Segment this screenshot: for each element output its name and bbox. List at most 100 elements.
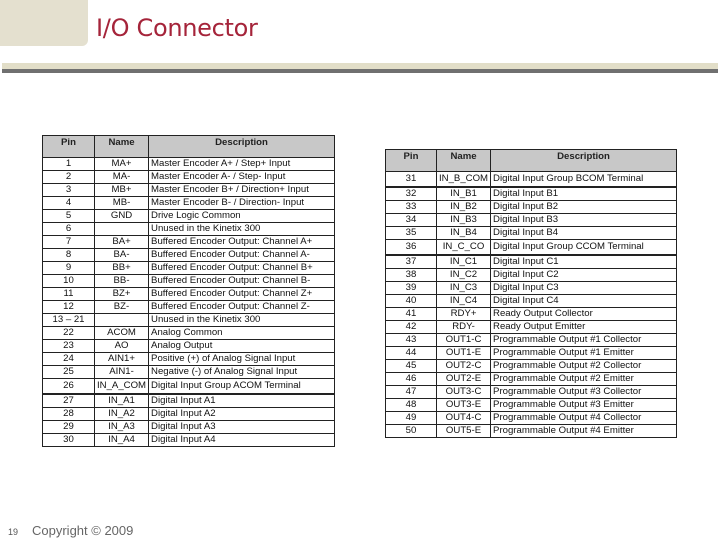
name-cell: IN_C4: [435, 294, 492, 308]
pin-cell: 26: [42, 378, 95, 395]
description-cell: Master Encoder B+ / Direction+ Input: [148, 183, 335, 197]
pin-cell: 1: [42, 157, 95, 171]
table-row: 38 IN_C2 Digital Input C2: [385, 268, 677, 282]
name-cell: IN_B1: [435, 186, 492, 201]
table-row: 41 RDY+ Ready Output Collector: [385, 307, 677, 321]
name-cell: IN_A1: [93, 393, 150, 408]
table-row: 36 IN_C_CO Digital Input Group CCOM Termin…: [385, 239, 677, 256]
pin-cell: 37: [385, 254, 437, 269]
description-cell: Digital Input B2: [490, 200, 677, 214]
pin-cell: 6: [42, 222, 95, 236]
name-cell: AIN1-: [93, 365, 150, 379]
description-cell: Digital Input B1: [490, 186, 677, 201]
name-cell: BA-: [93, 248, 150, 262]
name-cell: IN_C3: [435, 281, 492, 295]
name-cell: MA-: [93, 170, 150, 184]
name-cell: MB-: [93, 196, 150, 210]
name-cell: MA+: [93, 157, 150, 171]
pin-cell: 34: [385, 213, 437, 227]
table-row: 23 AO Analog Output: [42, 339, 335, 353]
table-row: 44 OUT1-E Programmable Output #1 Emitter: [385, 346, 677, 360]
name-cell: IN_C1: [435, 254, 492, 269]
name-cell: OUT3-E: [435, 398, 492, 412]
table-row: 26 IN_A_COM Digital Input Group ACOM Termi…: [42, 378, 335, 395]
name-cell: IN_A4: [93, 433, 150, 447]
description-cell: Programmable Output #4 Emitter: [490, 424, 677, 438]
table-header-row: Pin Name Description: [42, 135, 335, 158]
description-cell: Programmable Output #3 Collector: [490, 385, 677, 399]
pin-cell: 12: [42, 300, 95, 314]
table-row: 34 IN_B3 Digital Input B3: [385, 213, 677, 227]
pin-cell: 42: [385, 320, 437, 334]
name-cell: BZ-: [93, 300, 150, 314]
name-cell: IN_B_COM: [435, 171, 492, 188]
description-cell: Digital Input A1: [148, 393, 335, 408]
name-cell: RDY+: [435, 307, 492, 321]
description-cell: Programmable Output #3 Emitter: [490, 398, 677, 412]
description-cell: Buffered Encoder Output: Channel B-: [148, 274, 335, 288]
table-row: 8 BA- Buffered Encoder Output: Channel A-: [42, 248, 335, 262]
name-cell: OUT1-E: [435, 346, 492, 360]
table-row: 33 IN_B2 Digital Input B2: [385, 200, 677, 214]
description-cell: Digital Input Group CCOM Terminal: [490, 239, 677, 256]
table-row: 32 IN_B1 Digital Input B1: [385, 186, 677, 201]
name-cell: IN_A3: [93, 420, 150, 434]
table-row: 37 IN_C1 Digital Input C1: [385, 254, 677, 269]
column-header-pin: Pin: [385, 149, 437, 172]
pin-cell: 43: [385, 333, 437, 347]
table-row: 9 BB+ Buffered Encoder Output: Channel B+: [42, 261, 335, 275]
table-row: 45 OUT2-C Programmable Output #2 Collector: [385, 359, 677, 373]
description-cell: Unused in the Kinetix 300: [148, 222, 335, 236]
table-header-row: Pin Name Description: [385, 149, 677, 172]
name-cell: IN_A_COM: [93, 378, 150, 395]
name-cell: RDY-: [435, 320, 492, 334]
description-cell: Digital Input C2: [490, 268, 677, 282]
description-cell: Digital Input C1: [490, 254, 677, 269]
pin-table-left: Pin Name Description 1 MA+ Master Encoder …: [42, 135, 335, 447]
column-header-pin: Pin: [42, 135, 95, 158]
pin-cell: 25: [42, 365, 95, 379]
table-row: 50 OUT5-E Programmable Output #4 Emitter: [385, 424, 677, 438]
pin-cell: 28: [42, 407, 95, 421]
name-cell: OUT4-C: [435, 411, 492, 425]
table-row: 42 RDY- Ready Output Emitter: [385, 320, 677, 334]
description-cell: Ready Output Emitter: [490, 320, 677, 334]
table-row: 7 BA+ Buffered Encoder Output: Channel A+: [42, 235, 335, 249]
pin-cell: 9: [42, 261, 95, 275]
description-cell: Buffered Encoder Output: Channel A+: [148, 235, 335, 249]
pin-cell: 24: [42, 352, 95, 366]
name-cell: GND: [93, 209, 150, 223]
table-row: 1 MA+ Master Encoder A+ / Step+ Input: [42, 157, 335, 171]
description-cell: Digital Input A2: [148, 407, 335, 421]
name-cell: BB+: [93, 261, 150, 275]
pin-cell: 32: [385, 186, 437, 201]
table-row: 40 IN_C4 Digital Input C4: [385, 294, 677, 308]
pin-cell: 47: [385, 385, 437, 399]
description-cell: Programmable Output #1 Collector: [490, 333, 677, 347]
name-cell: OUT2-E: [435, 372, 492, 386]
description-cell: Negative (-) of Analog Signal Input: [148, 365, 335, 379]
pin-table-right: Pin Name Description 31 IN_B_COM Digital I…: [385, 149, 677, 438]
pin-cell: 39: [385, 281, 437, 295]
description-cell: Analog Output: [148, 339, 335, 353]
table-row: 2 MA- Master Encoder A- / Step- Input: [42, 170, 335, 184]
pin-cell: 11: [42, 287, 95, 301]
table-row: 30 IN_A4 Digital Input A4: [42, 433, 335, 447]
pin-cell: 33: [385, 200, 437, 214]
name-cell: MB+: [93, 183, 150, 197]
description-cell: Positive (+) of Analog Signal Input: [148, 352, 335, 366]
pin-cell: 41: [385, 307, 437, 321]
description-cell: Buffered Encoder Output: Channel Z+: [148, 287, 335, 301]
description-cell: Master Encoder B- / Direction- Input: [148, 196, 335, 210]
name-cell: AO: [93, 339, 150, 353]
name-cell: IN_B2: [435, 200, 492, 214]
description-cell: Digital Input Group BCOM Terminal: [490, 171, 677, 188]
description-cell: Unused in the Kinetix 300: [148, 313, 335, 327]
name-cell: [93, 313, 150, 327]
description-cell: Digital Input B4: [490, 226, 677, 240]
pin-cell: 3: [42, 183, 95, 197]
table-row: 49 OUT4-C Programmable Output #4 Collector: [385, 411, 677, 425]
table-row: 10 BB- Buffered Encoder Output: Channel B-: [42, 274, 335, 288]
pin-cell: 30: [42, 433, 95, 447]
pin-cell: 4: [42, 196, 95, 210]
